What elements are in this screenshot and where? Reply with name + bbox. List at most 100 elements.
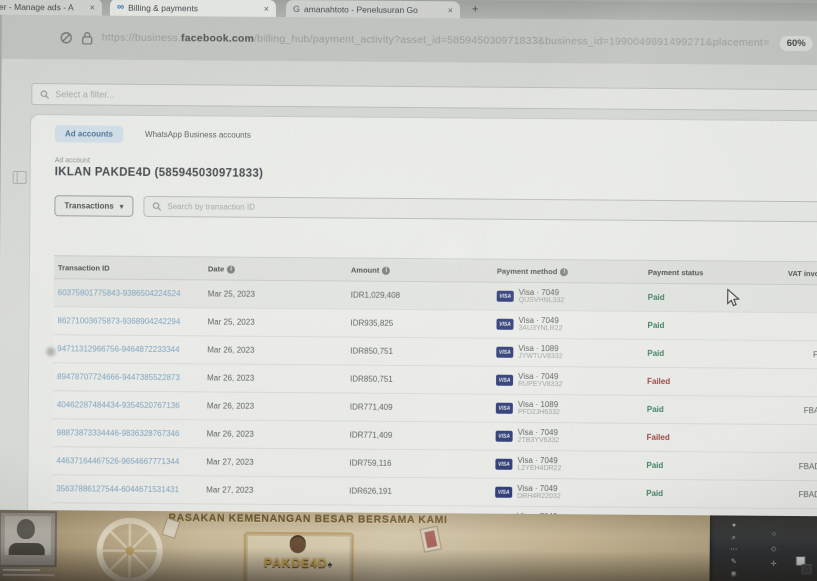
tracking-protection-icon[interactable] [60,31,73,44]
tool-icon[interactable]: ⌕ [728,534,740,543]
amount-cell: IDR626,191 [345,477,491,506]
visa-icon: VISA [495,487,512,498]
tab-whatsapp-business[interactable]: WhatsApp Business accounts [145,130,251,140]
status-badge: Paid [647,321,664,330]
editor-toolbar: ✦⌕⋯✎◉▣ ○◇✛ [709,515,817,581]
meta-icon: ∞ [117,3,124,11]
new-tab-button[interactable]: + [472,3,479,15]
tool-icon[interactable]: ◉ [728,570,740,579]
vat-invoice-cell: FBADS-634-1 [783,312,817,341]
address-bar[interactable]: https://business.facebook.com/billing_hu… [2,15,817,65]
toolbar-icons: ✦⌕⋯✎◉▣ [727,522,740,581]
visa-icon: VISA [496,431,513,442]
payment-status-cell: Paid [642,479,782,508]
payment-status-cell: Paid [643,311,783,340]
amount-cell: IDR850,751 [346,337,492,366]
close-icon[interactable]: × [448,5,453,15]
visa-icon: VISA [496,375,513,386]
transaction-link[interactable]: 44637164467526-9654667771344 [56,456,179,466]
date-cell: Mar 25, 2023 [204,280,347,309]
browser-zoom-badge[interactable]: 60% [780,35,813,50]
col-payment-method: Payment methodi [493,259,644,283]
date-cell: Mar 25, 2023 [203,308,346,337]
toolbar-icons-secondary: ○ ◇ ✛ [768,530,780,569]
status-badge: Paid [648,293,665,302]
vat-invoice-cell [783,424,817,453]
status-badge: Paid [646,489,663,498]
close-icon[interactable]: × [264,3,269,13]
transactions-table: Transaction ID Datei Amounti Payment met… [52,255,817,538]
transaction-link[interactable]: 60375801775843-9386504224524 [58,288,181,298]
visa-icon: VISA [497,291,514,302]
filter-placeholder: Select a filter... [55,89,114,99]
playing-card [161,517,180,539]
collapse-sidebar-icon[interactable] [13,171,27,184]
col-payment-status: Payment status [644,260,784,284]
payment-method-cell: VISAVisa · 70492TB3YV6332 [492,422,643,451]
account-name: IKLAN PAKDE4D (585945030971833) [55,166,264,180]
lock-icon[interactable] [82,31,93,44]
caption-line [3,574,55,576]
search-icon [152,202,161,211]
date-cell: Mar 26, 2023 [203,392,346,421]
tool-icon[interactable]: ⋯ [728,546,740,555]
tool-icon[interactable]: ✦ [728,522,740,531]
transaction-link[interactable]: 40462287484434-9354520767136 [57,400,180,410]
tool-icon[interactable]: ✛ [768,560,780,569]
vat-invoice-cell: FBADS-634-1964 [783,396,817,425]
color-swatch[interactable] [796,556,806,566]
tab-billing-payments[interactable]: ∞ Billing & payments × [110,0,276,17]
lottery-wheel-illustration [77,514,174,581]
vat-invoice-cell: FBADS-634-1 [784,284,817,313]
payment-status-cell: Failed [643,423,783,452]
transaction-link[interactable]: 89478707724666-9447385522873 [57,372,180,382]
info-icon[interactable]: i [227,265,235,273]
transactions-dropdown[interactable]: Transactions ▾ [54,195,133,217]
col-amount: Amounti [347,258,493,282]
wallpaper-portrait [1,513,55,565]
mascot-illustration [290,537,306,553]
account-label: Ad account [55,157,90,164]
close-icon[interactable]: × [90,2,95,12]
tab-google-search[interactable]: G amanahtoto - Penelusuran Go × [286,0,460,18]
transaction-link[interactable]: 98873873334446-9836328767346 [57,428,180,438]
chevron-down-icon: ▾ [120,202,124,210]
info-icon[interactable]: i [382,266,390,274]
transaction-search-input[interactable]: Search by transaction ID [143,196,817,222]
transaction-link[interactable]: 86271003675873-9368904242294 [57,316,180,326]
visa-icon: VISA [496,347,513,358]
tool-icon[interactable]: ○ [768,530,780,539]
wallpaper-banner-title: RASAKAN KEMENANGAN BESAR BERSAMA KAMI [138,512,478,527]
amount-cell: IDR1,029,408 [347,281,493,310]
visa-icon: VISA [496,319,513,330]
tool-icon[interactable]: ✎ [728,558,740,567]
vat-invoice-cell: FBADS-634-12046 [782,480,817,509]
col-date: Datei [204,257,347,281]
transaction-link[interactable]: 35637886127544-6044671531431 [56,484,179,494]
date-cell: Mar 27, 2023 [202,448,345,477]
tool-icon[interactable]: ◇ [768,545,780,554]
payment-method-cell: VISAVisa · 1089JYWTUV8332 [492,338,643,367]
amount-cell: IDR759,116 [345,449,491,478]
tab-ad-accounts[interactable]: Ad accounts [55,125,123,143]
tab-manage-ads[interactable]: er - Manage ads - A × [0,0,102,16]
date-cell: Mar 26, 2023 [203,336,346,365]
select-filter-input[interactable]: Select a filter... [31,83,817,111]
tab-label: er - Manage ads - A [0,1,86,12]
payment-method-cell: VISAVisa · 7049QUSVHNL332 [493,282,644,311]
payment-status-cell: Failed [643,367,783,396]
status-badge: Failed [647,433,670,442]
brand-emblem-frame: PAKDE4D♠ [243,532,353,581]
billing-card: Ad accounts WhatsApp Business accounts A… [28,115,817,516]
amount-cell: IDR771,409 [346,421,492,450]
amount-cell: IDR771,409 [346,393,492,422]
url-domain: facebook.com [181,32,254,45]
color-swatch[interactable] [802,564,812,574]
info-icon[interactable]: i [560,268,568,276]
spade-icon: ♠ [327,559,333,569]
table-controls: Transactions ▾ Search by transaction ID [54,195,817,222]
payment-method-cell: VISAVisa · 7049DRH4R22032 [491,478,642,507]
payment-method-cell: VISAVisa · 7049RUPEYV8332 [492,366,643,395]
payment-status-cell: Paid [642,451,782,480]
transaction-link[interactable]: 94711312966756-9464872233344 [57,344,179,354]
